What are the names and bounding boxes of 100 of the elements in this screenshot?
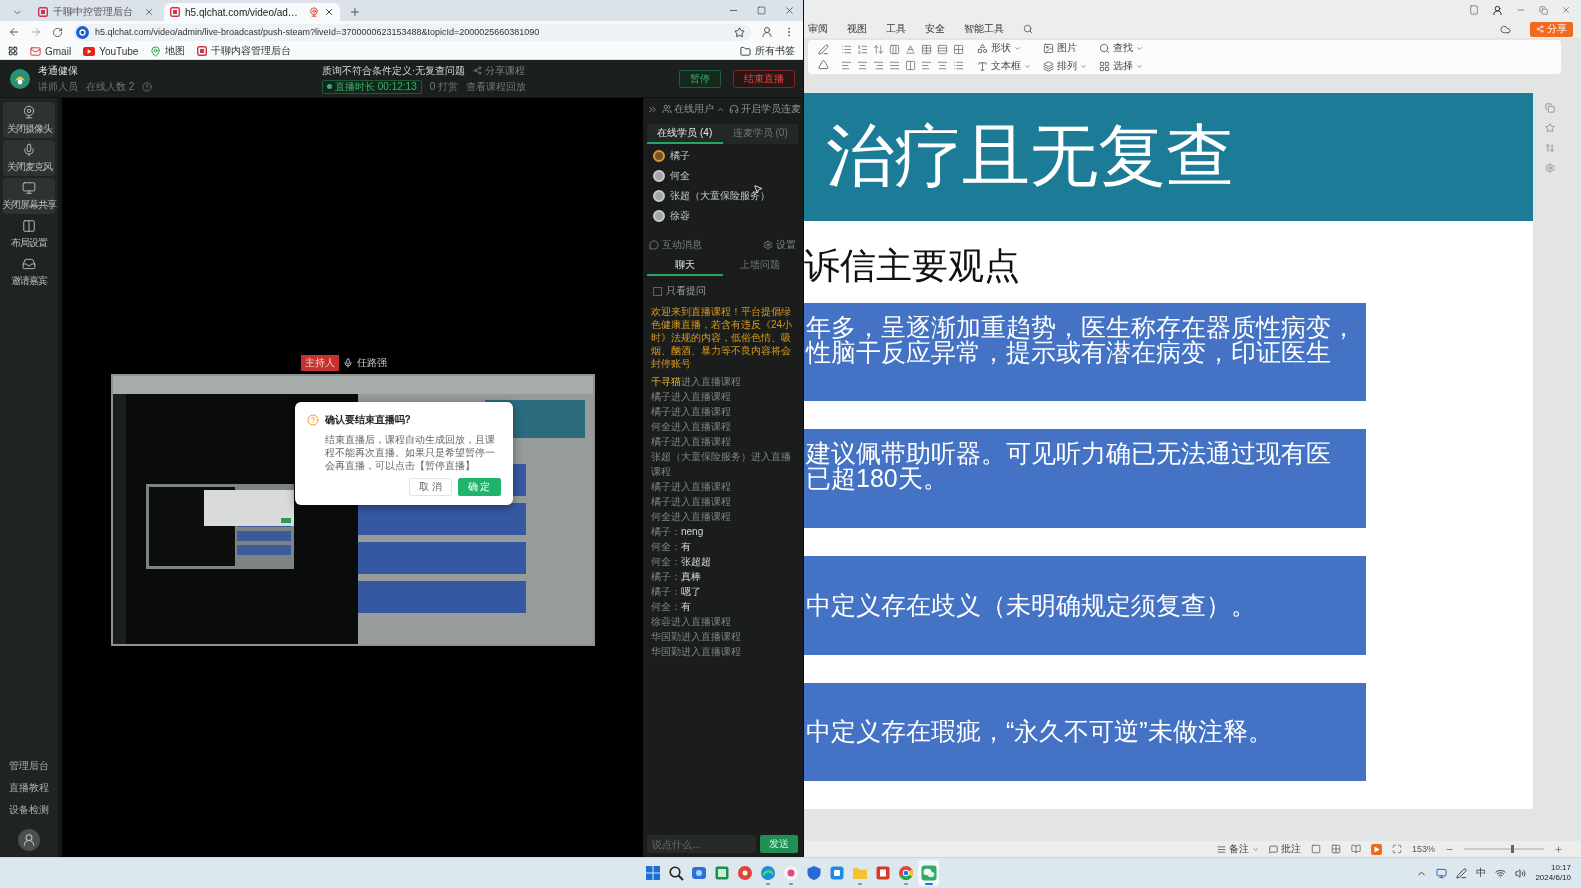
online-users-toggle[interactable]: 在线用户 (662, 102, 725, 116)
menu-tab[interactable]: 工具 (886, 22, 906, 36)
up-down-arrows-icon[interactable] (1545, 143, 1555, 153)
triangle-icon[interactable] (818, 59, 829, 70)
slider-thumb[interactable] (1511, 845, 1514, 853)
cloud-icon[interactable] (1500, 23, 1511, 35)
clock-date[interactable]: 2024/6/10 (1535, 873, 1571, 883)
sidebar-tool-button[interactable]: 布局设置 (3, 216, 55, 252)
zoom-in-icon[interactable] (1554, 844, 1563, 854)
caret-icon (1136, 62, 1143, 70)
sidebar-link[interactable]: 管理后台 (9, 759, 49, 773)
user-icon[interactable] (1492, 4, 1503, 16)
browser-tab[interactable]: 千聊中控管理后台 (32, 3, 160, 21)
browser-tab[interactable]: h5.qlchat.com/video/ad… (164, 3, 340, 21)
questions-filter[interactable]: 只看提问 (653, 284, 798, 298)
align-left-icon[interactable] (841, 59, 852, 71)
checkbox[interactable] (653, 286, 662, 296)
grid-view-icon[interactable] (1330, 844, 1341, 854)
sidebar-tool-button[interactable]: 关闭摄像头 (3, 102, 55, 138)
bookmark-star-icon[interactable] (734, 26, 745, 38)
student-mic-toggle[interactable]: 开启学员连麦 (729, 102, 801, 116)
apps-grid-icon[interactable] (8, 46, 18, 56)
sidebar-tool-button[interactable]: 关闭麦克风 (3, 140, 55, 176)
address-bar[interactable]: h5.qlchat.com/video/admin/live-broadcast/push-steam?liveId=3700000623153488&topicId=2000025660381090 (73, 23, 751, 41)
fit-window-icon[interactable] (1391, 844, 1402, 854)
table-icon[interactable] (921, 43, 932, 55)
grid-icon[interactable] (953, 43, 964, 55)
align-center-icon[interactable] (857, 59, 868, 71)
bookmark-link[interactable]: 千聊内容管理后台 (197, 44, 292, 58)
join-message: 橘子进入直播课程 (651, 480, 732, 494)
ribbon-button[interactable]: 图片 (1043, 41, 1087, 55)
end-live-button[interactable]: 结束直播 (733, 69, 795, 88)
ribbon-button[interactable]: 查找 (1099, 41, 1143, 55)
close-icon[interactable] (144, 7, 154, 17)
comments-button[interactable]: 批注 (1268, 842, 1301, 856)
menu-tab[interactable]: 视图 (847, 22, 867, 36)
maximize-icon (756, 6, 766, 15)
chat-tab[interactable]: 聊天 (647, 256, 723, 276)
sidebar-link[interactable]: 直播教程 (9, 781, 49, 795)
member-tab[interactable]: 在线学员 (4) (647, 124, 723, 144)
bulleted-list-icon[interactable] (953, 59, 964, 71)
wifi-icon[interactable] (1495, 867, 1507, 879)
share-link[interactable]: 分享课程 (473, 63, 526, 78)
all-bookmarks-button[interactable]: 所有书签 (740, 44, 795, 58)
columns-icon[interactable] (889, 43, 900, 55)
normal-view-icon[interactable] (1310, 844, 1321, 854)
bookmark-link[interactable]: 地图 (150, 44, 186, 58)
ribbon-button[interactable]: 文本框 (977, 59, 1031, 73)
two-columns-icon[interactable] (905, 59, 916, 71)
ribbon-button[interactable]: 排列 (1043, 59, 1087, 73)
star-icon[interactable] (1545, 123, 1555, 133)
reload-icon[interactable] (52, 26, 63, 38)
bookmark-link[interactable]: Gmail (30, 45, 72, 57)
bookmark-link[interactable]: YouTube (83, 45, 139, 57)
pen-icon[interactable] (1456, 867, 1468, 879)
zoom-level[interactable]: 153% (1411, 844, 1435, 854)
numbered-list-icon[interactable] (857, 43, 868, 55)
sidebar-tool-button[interactable]: 邀请嘉宾 (3, 254, 55, 290)
play-slideshow-icon[interactable] (1370, 843, 1382, 855)
pen-icon[interactable] (818, 44, 829, 55)
restore-icon[interactable] (1539, 5, 1548, 15)
text-baseline-icon[interactable] (905, 43, 916, 55)
send-button[interactable]: 发送 (760, 835, 798, 853)
cancel-button[interactable]: 取 消 (408, 478, 452, 496)
help-icon[interactable] (142, 81, 153, 92)
clock-time[interactable]: 10:17 (1550, 863, 1571, 873)
back-icon[interactable] (8, 26, 20, 38)
site-info-icon[interactable] (76, 25, 89, 39)
input-method-indicator[interactable]: 中 (1476, 866, 1487, 880)
chat-tab[interactable]: 上墙问题 (722, 256, 798, 276)
ribbon-button[interactable]: 选择 (1099, 59, 1143, 73)
settings-icon[interactable] (1545, 163, 1555, 173)
search-icon[interactable] (1023, 24, 1033, 34)
pause-button[interactable]: 暂停 (679, 69, 721, 88)
align-justify-icon[interactable] (889, 59, 900, 71)
profile-icon[interactable] (761, 26, 773, 38)
menu-tab[interactable]: 智能工具 (964, 22, 1004, 36)
volume-icon[interactable] (1515, 867, 1527, 879)
monitor-icon[interactable] (1436, 867, 1448, 879)
close-icon[interactable] (323, 7, 334, 17)
sidebar-tool-button[interactable]: 关闭屏幕共享 (3, 178, 55, 214)
chat-input[interactable]: 说点什么... (647, 835, 756, 853)
reading-view-icon[interactable] (1350, 844, 1361, 854)
user-avatar-icon[interactable] (18, 829, 40, 851)
ribbon-button[interactable]: 形状 (977, 41, 1031, 55)
align-center-icon[interactable] (937, 59, 948, 71)
notes-button[interactable]: 备注 (1216, 842, 1259, 856)
menu-tab[interactable]: 安全 (925, 22, 945, 36)
settings-button[interactable]: 设置 (763, 238, 796, 252)
sidebar-link[interactable]: 设备检测 (9, 803, 49, 817)
slide-subtitle: 诉信主要观点 (804, 243, 1021, 288)
tablet-icon[interactable] (1469, 5, 1479, 15)
menu-tab[interactable]: 审阅 (808, 22, 828, 36)
up-down-arrows-icon[interactable] (873, 43, 884, 55)
rows-icon[interactable] (937, 43, 948, 55)
bulleted-list-icon[interactable] (841, 43, 852, 55)
replay-link[interactable]: 查看课程回放 (466, 79, 527, 94)
align-left-icon[interactable] (921, 59, 932, 71)
align-right-icon[interactable] (873, 59, 884, 71)
copy-icon[interactable] (1545, 103, 1555, 113)
